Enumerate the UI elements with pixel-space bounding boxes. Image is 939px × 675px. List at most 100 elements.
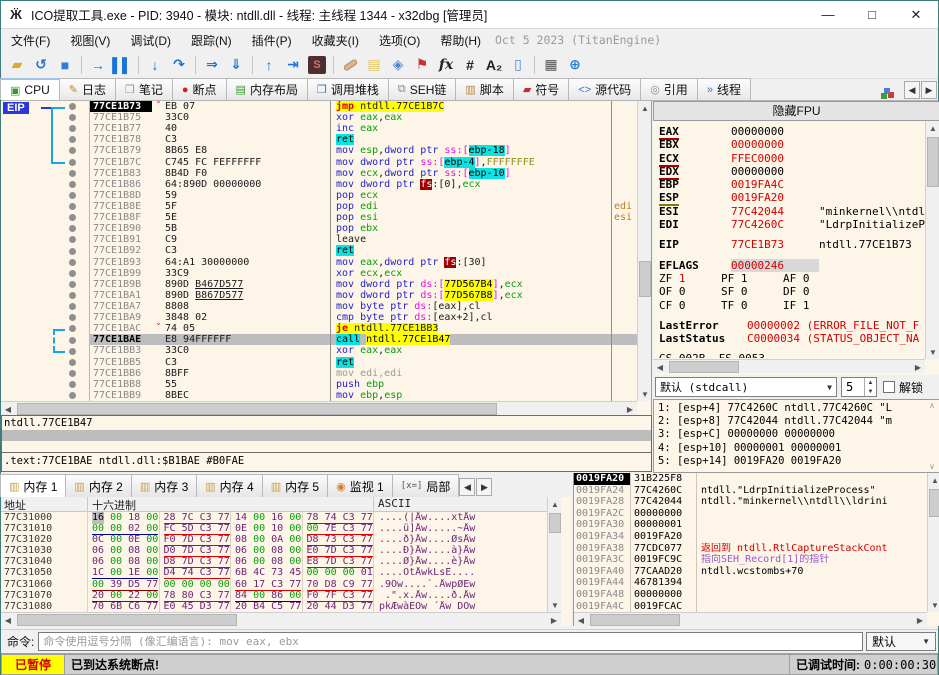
- unlock-checkbox[interactable]: 解锁: [883, 379, 923, 396]
- disasm-row[interactable]: 77CE1B78 C3 ret: [90, 134, 637, 146]
- tab-notes[interactable]: ❐ 笔记: [114, 78, 173, 100]
- run-to-cursor-icon[interactable]: ⇒: [200, 54, 224, 76]
- calling-convention-select[interactable]: 默认 (stdcall) ▼: [655, 377, 837, 397]
- stack-arguments-list[interactable]: 1: [esp+4] 77C4260C ntdll.77C4260C "L 2: …: [653, 399, 939, 473]
- disassembly-rows[interactable]: 77CE1B73 ˇ EB 07 jmp ntdll.77CE1B7C 77CE1B75…: [89, 101, 637, 401]
- breakpoint-dot[interactable]: [69, 225, 76, 233]
- arguments-scroll-arrows[interactable]: ∧ ∨: [926, 401, 938, 471]
- scroll-thumb[interactable]: [929, 489, 939, 517]
- functions-icon[interactable]: fx: [434, 54, 458, 76]
- stack-row[interactable]: 0019FA4C 0019FCAC: [574, 600, 927, 612]
- spin-up-icon[interactable]: ▲: [868, 380, 874, 386]
- breakpoint-dot[interactable]: [69, 347, 76, 355]
- flags-row[interactable]: OF 0 SF 0 DF 0: [659, 285, 925, 298]
- stack-rows[interactable]: 0019FA20 31B225F8 0019FA24 77C4260C ntdll."L…: [574, 473, 927, 612]
- run-to-user-code-icon[interactable]: ⇥: [281, 54, 305, 76]
- stack-row[interactable]: 0019FA48 00000000: [574, 588, 927, 601]
- dump-vscrollbar[interactable]: ▲ ▼: [547, 497, 561, 612]
- handles-cubes-icon[interactable]: [884, 88, 890, 94]
- disasm-row[interactable]: 77CE1BA9 3848 02 cmp byte ptr ds:[eax+2],c…: [90, 312, 637, 324]
- disasm-row[interactable]: 77CE1BB6 8BFF mov edi,edi: [90, 367, 637, 379]
- calculator-icon[interactable]: ▦: [539, 54, 563, 76]
- register-row[interactable]: ECX FFEC0000: [659, 151, 925, 167]
- scroll-down-icon[interactable]: ▼: [928, 598, 939, 612]
- tab-source[interactable]: <> 源代码: [568, 78, 642, 100]
- scroll-up-icon[interactable]: ▲: [926, 121, 939, 135]
- register-row[interactable]: EIP 77CE1B73 ntdll.77CE1B73: [659, 238, 925, 251]
- scroll-up-icon[interactable]: ▲: [928, 473, 939, 487]
- disasm-row[interactable]: 77CE1B91 C9 leave: [90, 234, 637, 246]
- dump-row[interactable]: 77C31040 06 00 08 00 D8 7D C3 77 06 00 08 0…: [1, 556, 561, 569]
- breakpoint-dot[interactable]: [69, 292, 76, 300]
- scroll-thumb[interactable]: [549, 513, 561, 533]
- disasm-row[interactable]: 77CE1BB9 8BEC mov ebp,esp: [90, 389, 637, 401]
- dump-row[interactable]: 77C31020 0C 00 0E 00 F0 7D C3 77 08 00 0A 0…: [1, 534, 561, 547]
- step-out-icon[interactable]: ⇓: [224, 54, 248, 76]
- tab-memory-map[interactable]: ▤ 内存布局: [225, 78, 308, 100]
- spin-down-icon[interactable]: ▼: [868, 389, 874, 395]
- tab-dump-4[interactable]: ▥ 内存 4: [196, 474, 263, 497]
- tab-threads[interactable]: » 线程: [696, 78, 751, 100]
- dump-row[interactable]: 77C31010 00 00 02 00 FC 5D C3 77 0E 00 10 0…: [1, 523, 561, 536]
- ascii-table-icon[interactable]: A₂: [482, 54, 506, 76]
- flags-row[interactable]: CF 0 TF 0 IF 1: [659, 299, 925, 312]
- dump-row[interactable]: 77C31030 06 00 08 00 D0 7D C3 77 06 00 08 0…: [1, 545, 561, 558]
- breakpoint-dot[interactable]: [69, 136, 76, 144]
- memory-dump-panel[interactable]: ▥ 内存 1 ▥ 内存 2 ▥ 内存 3 ▥ 内存 4 ▥ 内存 5 ◉ 监视 1 [x=] 局部 ◀ ▶ 地…: [0, 473, 571, 626]
- stack-row[interactable]: 0019FA28 77C42044 ntdll."minkernel\\ntdll\…: [574, 496, 927, 508]
- disasm-row[interactable]: 77CE1BA1 890D B867D577 mov dword ptr ds:[7…: [90, 289, 637, 301]
- disasm-row[interactable]: 77CE1B8F 5E pop esi esi: [90, 212, 637, 224]
- scroll-thumb[interactable]: [669, 361, 739, 373]
- bookmarks-icon[interactable]: ⚑: [410, 54, 434, 76]
- scroll-right-icon[interactable]: ▶: [913, 613, 927, 627]
- tab-symbols[interactable]: ▰ 符号: [512, 78, 570, 100]
- dump-rows[interactable]: 77C31000 16 00 18 00 28 7C C3 77 14 00 16 0…: [1, 512, 561, 612]
- breakpoint-dot[interactable]: [69, 325, 76, 333]
- breakpoint-dot[interactable]: [69, 169, 76, 177]
- options-globe-icon[interactable]: ⊕: [563, 54, 587, 76]
- dump-tab-scroll-left-icon[interactable]: ◀: [459, 478, 476, 496]
- seh-chain-icon[interactable]: S: [305, 54, 329, 76]
- disasm-row[interactable]: 77CE1BB5 C3 ret: [90, 356, 637, 368]
- disasm-row[interactable]: 77CE1B7C C745 FC FEFFFFFF mov dword ptr ss…: [90, 156, 637, 168]
- disassembly-panel[interactable]: EIP 77CE1B73 ˇ EB 07 jmp ntdll.77CE1B7C 77CE…: [1, 101, 652, 415]
- argument-row[interactable]: 1: [esp+4] 77C4260C ntdll.77C4260C "L: [658, 402, 939, 415]
- step-over-icon[interactable]: ↷: [167, 54, 191, 76]
- scroll-up-icon[interactable]: ∧: [929, 401, 935, 410]
- dump-row[interactable]: 77C31070 20 00 22 00 78 80 C3 77 84 00 86 0…: [1, 589, 561, 602]
- scroll-up-icon[interactable]: ▲: [548, 497, 562, 511]
- tab-dump-3[interactable]: ▥ 内存 3: [130, 474, 198, 497]
- disasm-row[interactable]: 77CE1B73 ˇ EB 07 jmp ntdll.77CE1B7C: [90, 101, 637, 113]
- flags-row[interactable]: ZF 1 PF 1 AF 0: [659, 272, 925, 285]
- scroll-left-icon[interactable]: ◀: [653, 360, 667, 374]
- stop-icon[interactable]: ■: [53, 54, 77, 76]
- register-row[interactable]: ESP 0019FA20: [659, 191, 925, 207]
- disasm-row[interactable]: 77CE1BAE E8 94FFFFFF call ntdll.77CE1B47: [90, 334, 637, 346]
- scroll-left-icon[interactable]: ◀: [574, 613, 588, 627]
- breakpoint-dot[interactable]: [69, 247, 76, 255]
- breakpoint-dot[interactable]: [69, 214, 76, 222]
- breakpoint-dot[interactable]: [69, 269, 76, 277]
- registers-vscrollbar[interactable]: ▲ ▼: [925, 121, 939, 359]
- breakpoint-dot[interactable]: [69, 236, 76, 244]
- tab-references[interactable]: ◎ 引用: [640, 78, 698, 100]
- scroll-down-icon[interactable]: ▼: [926, 345, 939, 359]
- stack-vscrollbar[interactable]: ▲ ▼: [927, 473, 939, 612]
- stack-row[interactable]: 0019FA44 46781394: [574, 577, 927, 589]
- disasm-row[interactable]: 77CE1B86 64:890D 00000000 mov dword ptr fs…: [90, 178, 637, 190]
- tab-watch-1[interactable]: ◉ 监视 1: [327, 474, 393, 497]
- tab-call-stack[interactable]: ❒ 调用堆栈: [306, 78, 389, 100]
- breakpoint-dot[interactable]: [69, 314, 76, 322]
- tab-script[interactable]: ▥ 脚本: [455, 78, 514, 100]
- breakpoint-dot[interactable]: [69, 125, 76, 133]
- dump-tab-scroll-right-icon[interactable]: ▶: [476, 478, 493, 496]
- breakpoint-dot[interactable]: [69, 114, 76, 122]
- registers-panel[interactable]: 隐藏FPU EAX 00000000 EBX 00000000 ECX FFEC0000 E…: [653, 101, 939, 473]
- stack-panel[interactable]: 0019FA20 31B225F8 0019FA24 77C4260C ntdll."L…: [573, 473, 939, 626]
- register-row[interactable]: ESI 77C42044 "minkernel\\ntdll\\: [659, 205, 925, 218]
- dump-row[interactable]: 77C31060 00 39 D5 77 00 00 00 00 60 17 C3 7…: [1, 578, 561, 591]
- scroll-left-icon[interactable]: ◀: [1, 402, 15, 416]
- menu-item-n[interactable]: 跟踪(N): [181, 30, 242, 51]
- argument-row[interactable]: 4: [esp+10] 00000001 00000001: [658, 442, 939, 455]
- disasm-row[interactable]: 77CE1B8E 5F pop edi edi: [90, 200, 637, 213]
